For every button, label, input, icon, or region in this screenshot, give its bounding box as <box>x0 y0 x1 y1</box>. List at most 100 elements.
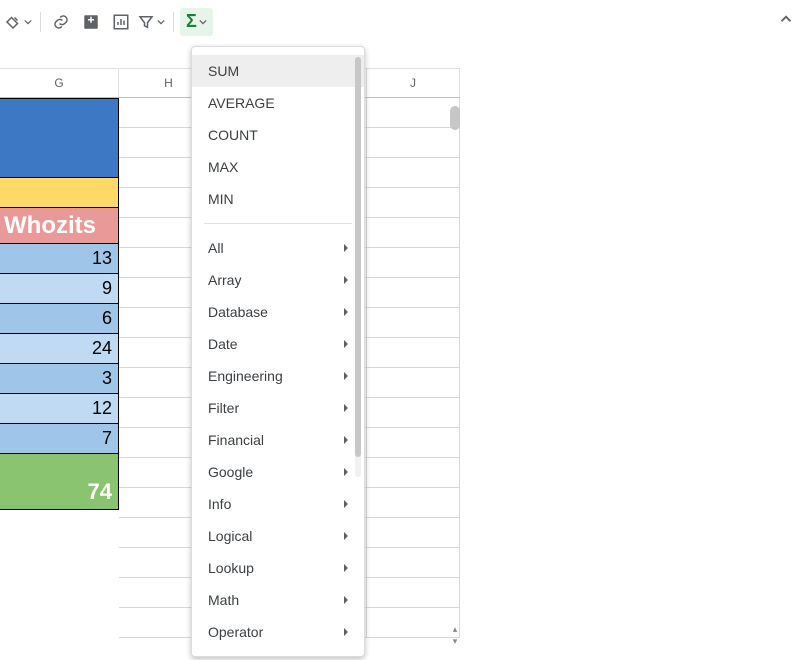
toolbar-separator <box>173 12 174 32</box>
column-header-g[interactable]: G <box>0 69 119 97</box>
cell[interactable] <box>367 188 460 218</box>
menu-divider <box>204 223 352 224</box>
cell[interactable] <box>367 608 460 638</box>
menu-item-label: Lookup <box>208 560 254 576</box>
menu-item-min[interactable]: MIN <box>192 183 364 215</box>
sheet-scrollbar[interactable]: ▴ ▾ <box>450 98 460 648</box>
cell[interactable] <box>367 218 460 248</box>
cell[interactable] <box>367 98 460 128</box>
cell[interactable] <box>367 458 460 488</box>
cell[interactable] <box>367 428 460 458</box>
cell[interactable] <box>367 278 460 308</box>
menu-item-label: SUM <box>208 63 239 79</box>
insert-chart-button[interactable] <box>107 8 135 36</box>
cell[interactable] <box>367 548 460 578</box>
menu-item-array[interactable]: Array <box>192 264 364 296</box>
menu-item-financial[interactable]: Financial <box>192 424 364 456</box>
menu-item-max[interactable]: MAX <box>192 151 364 183</box>
functions-menu: SUM AVERAGE COUNT MAX MIN All Array Database Dat… <box>191 46 365 657</box>
menu-item-label: Google <box>208 464 253 480</box>
data-value-cell[interactable]: 9 <box>0 274 119 304</box>
menu-item-operator[interactable]: Operator <box>192 616 364 648</box>
menu-item-label: Math <box>208 592 239 608</box>
insert-comment-button[interactable] <box>77 8 105 36</box>
cell[interactable] <box>367 128 460 158</box>
menu-item-date[interactable]: Date <box>192 328 364 360</box>
data-value-cell[interactable]: 7 <box>0 424 119 454</box>
menu-item-label: AVERAGE <box>208 95 275 111</box>
menu-item-label: MIN <box>208 191 234 207</box>
cell[interactable] <box>367 578 460 608</box>
data-header-yellow[interactable] <box>0 178 119 208</box>
menu-item-sum[interactable]: SUM <box>192 55 364 87</box>
menu-item-average[interactable]: AVERAGE <box>192 87 364 119</box>
menu-item-label: Info <box>208 496 231 512</box>
scroll-down-icon[interactable]: ▾ <box>450 636 460 646</box>
data-value-cell[interactable]: 13 <box>0 244 119 274</box>
menu-item-lookup[interactable]: Lookup <box>192 552 364 584</box>
data-header-blue[interactable] <box>0 98 119 178</box>
chevron-right-icon <box>342 528 350 544</box>
menu-item-engineering[interactable]: Engineering <box>192 360 364 392</box>
toolbar-separator <box>40 12 41 32</box>
menu-item-label: Filter <box>208 400 239 416</box>
menu-item-all[interactable]: All <box>192 232 364 264</box>
data-value-cell[interactable]: 6 <box>0 304 119 334</box>
chevron-right-icon <box>342 400 350 416</box>
chevron-right-icon <box>342 624 350 640</box>
data-total-cell[interactable]: 74 <box>0 454 119 510</box>
insert-link-button[interactable] <box>47 8 75 36</box>
menu-scroll-thumb[interactable] <box>355 57 361 457</box>
menu-item-count[interactable]: COUNT <box>192 119 364 151</box>
menu-item-logical[interactable]: Logical <box>192 520 364 552</box>
chevron-right-icon <box>342 560 350 576</box>
cell[interactable] <box>367 248 460 278</box>
column-header-label: H <box>164 76 173 90</box>
filter-button[interactable] <box>137 8 165 36</box>
paint-format-button[interactable] <box>4 8 32 36</box>
chevron-right-icon <box>342 464 350 480</box>
cell[interactable] <box>367 308 460 338</box>
functions-button[interactable]: Σ <box>180 8 213 36</box>
menu-item-math[interactable]: Math <box>192 584 364 616</box>
menu-item-database[interactable]: Database <box>192 296 364 328</box>
cell[interactable] <box>367 338 460 368</box>
column-header-label: G <box>54 76 63 90</box>
menu-item-label: Database <box>208 304 268 320</box>
sheet-scroll-thumb[interactable] <box>450 106 460 130</box>
scroll-up-icon[interactable]: ▴ <box>450 624 460 634</box>
data-value-cell[interactable]: 3 <box>0 364 119 394</box>
menu-item-label: Financial <box>208 432 264 448</box>
chevron-right-icon <box>342 240 350 256</box>
menu-item-label: All <box>208 240 224 256</box>
data-value-cell[interactable]: 12 <box>0 394 119 424</box>
menu-item-label: COUNT <box>208 127 258 143</box>
column-header-j[interactable]: J <box>367 69 460 97</box>
cell[interactable] <box>367 398 460 428</box>
cell[interactable] <box>367 518 460 548</box>
menu-item-label: Operator <box>208 624 263 640</box>
sigma-icon: Σ <box>186 11 197 32</box>
menu-scrollbar[interactable] <box>355 57 361 477</box>
data-column-whozits: Whozits139624312774 <box>0 98 119 510</box>
data-value-cell[interactable]: 24 <box>0 334 119 364</box>
cell[interactable] <box>367 368 460 398</box>
menu-item-filter[interactable]: Filter <box>192 392 364 424</box>
menu-item-label: Array <box>208 272 241 288</box>
chevron-right-icon <box>342 592 350 608</box>
menu-item-label: Date <box>208 336 238 352</box>
chevron-right-icon <box>342 272 350 288</box>
menu-item-label: Engineering <box>208 368 283 384</box>
chevron-right-icon <box>342 368 350 384</box>
chevron-right-icon <box>342 304 350 320</box>
chevron-right-icon <box>342 496 350 512</box>
menu-item-label: Logical <box>208 528 252 544</box>
menu-item-label: MAX <box>208 159 238 175</box>
collapse-toolbar-button[interactable] <box>777 10 795 33</box>
menu-item-google[interactable]: Google <box>192 456 364 488</box>
cell[interactable] <box>367 158 460 188</box>
toolbar: Σ <box>0 0 460 44</box>
cell[interactable] <box>367 488 460 518</box>
menu-item-info[interactable]: Info <box>192 488 364 520</box>
data-header-label[interactable]: Whozits <box>0 208 119 244</box>
